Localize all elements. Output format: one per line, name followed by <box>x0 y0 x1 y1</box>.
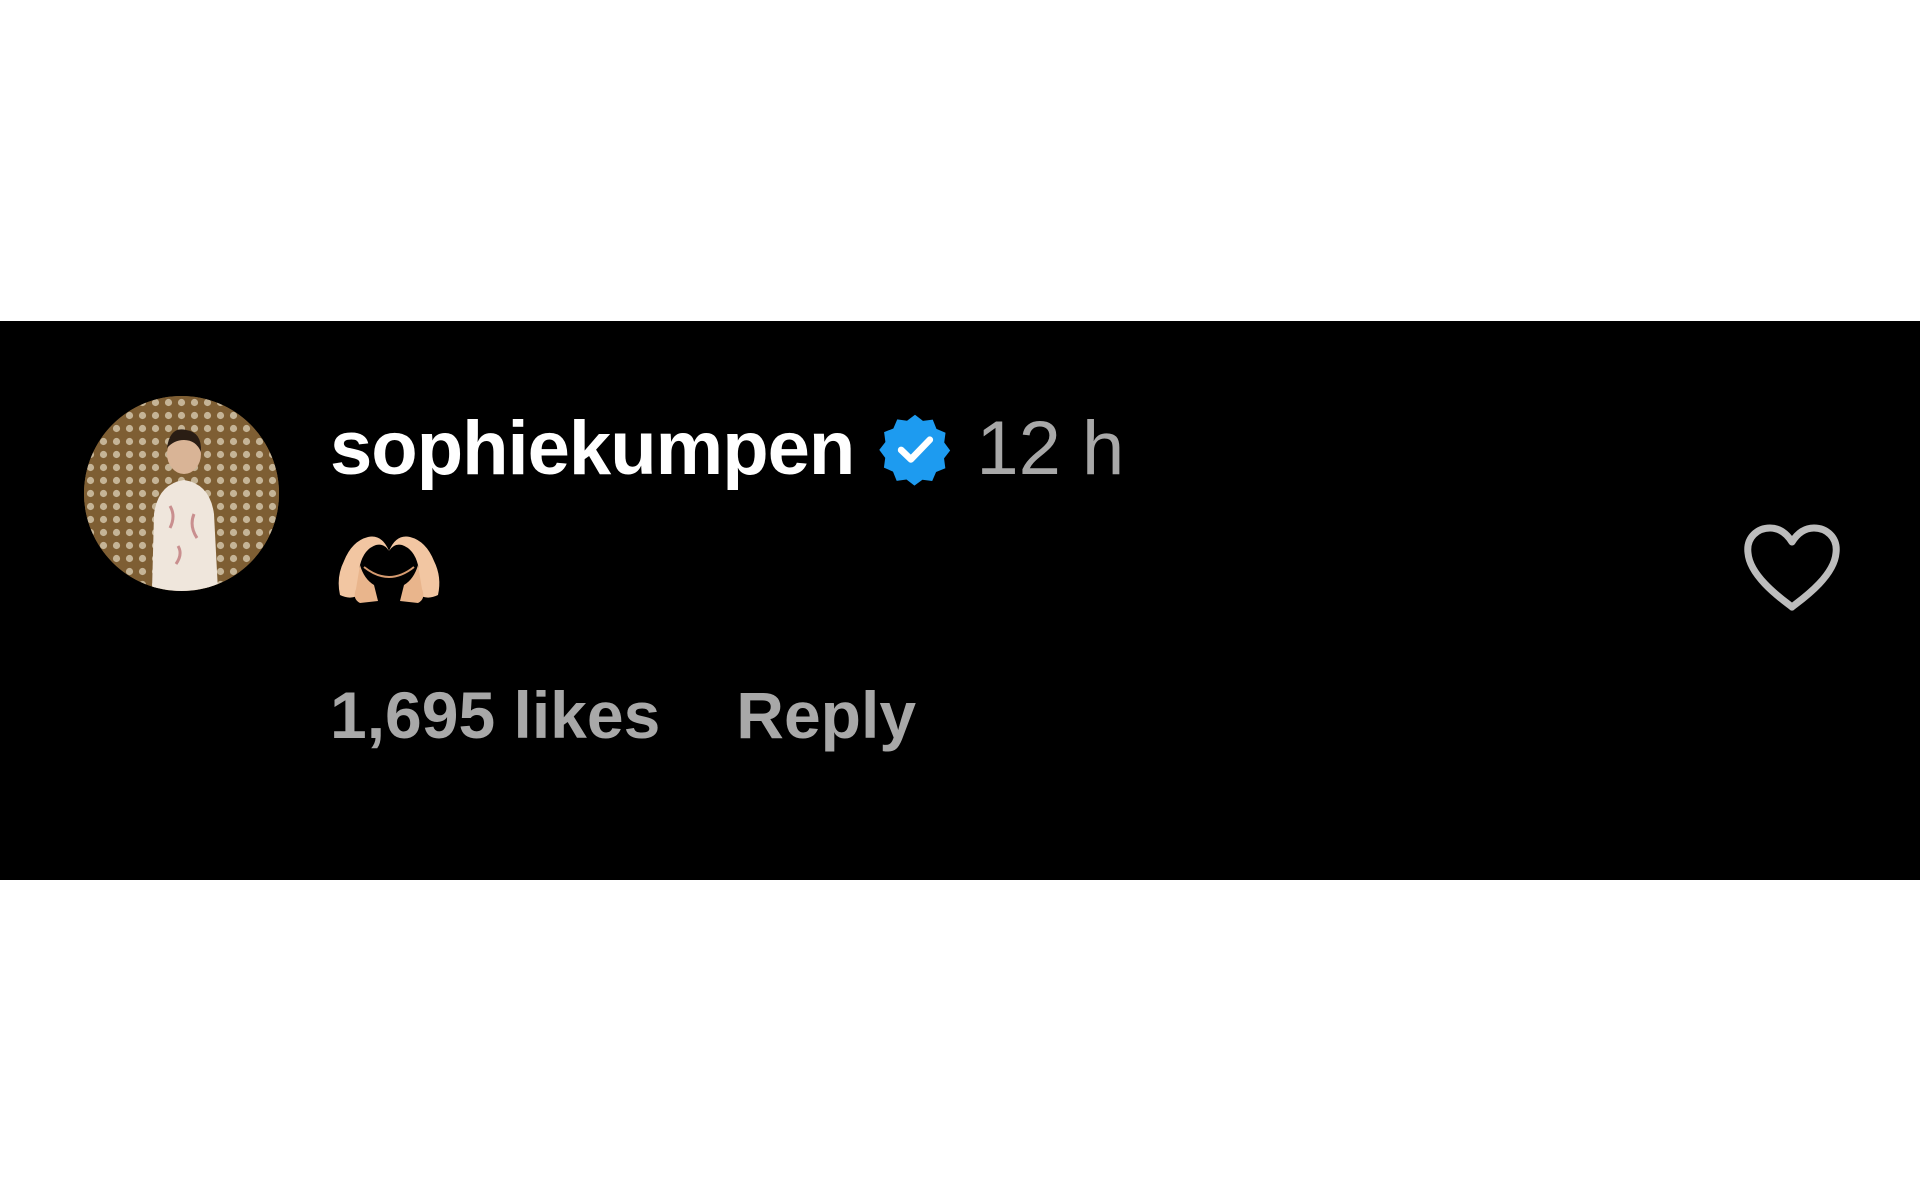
reply-button[interactable]: Reply <box>736 675 916 755</box>
comment-text <box>334 527 444 607</box>
likes-count[interactable]: 1,695 likes <box>330 675 660 755</box>
comment-timestamp[interactable]: 12 h <box>976 409 1124 489</box>
avatar[interactable] <box>84 396 279 591</box>
page: sophiekumpen 12 h 1,695 likes Reply <box>0 0 1920 1200</box>
heart-outline-icon <box>1742 523 1842 613</box>
comment-item: sophiekumpen 12 h 1,695 likes Reply <box>0 321 1920 880</box>
like-button[interactable] <box>1742 523 1842 613</box>
comment-actions: 1,695 likes Reply <box>330 675 916 755</box>
comment-header: sophiekumpen 12 h <box>330 409 1124 489</box>
heart-hands-icon <box>334 527 444 607</box>
username-link[interactable]: sophiekumpen <box>330 409 855 489</box>
verified-badge-icon <box>878 412 952 486</box>
